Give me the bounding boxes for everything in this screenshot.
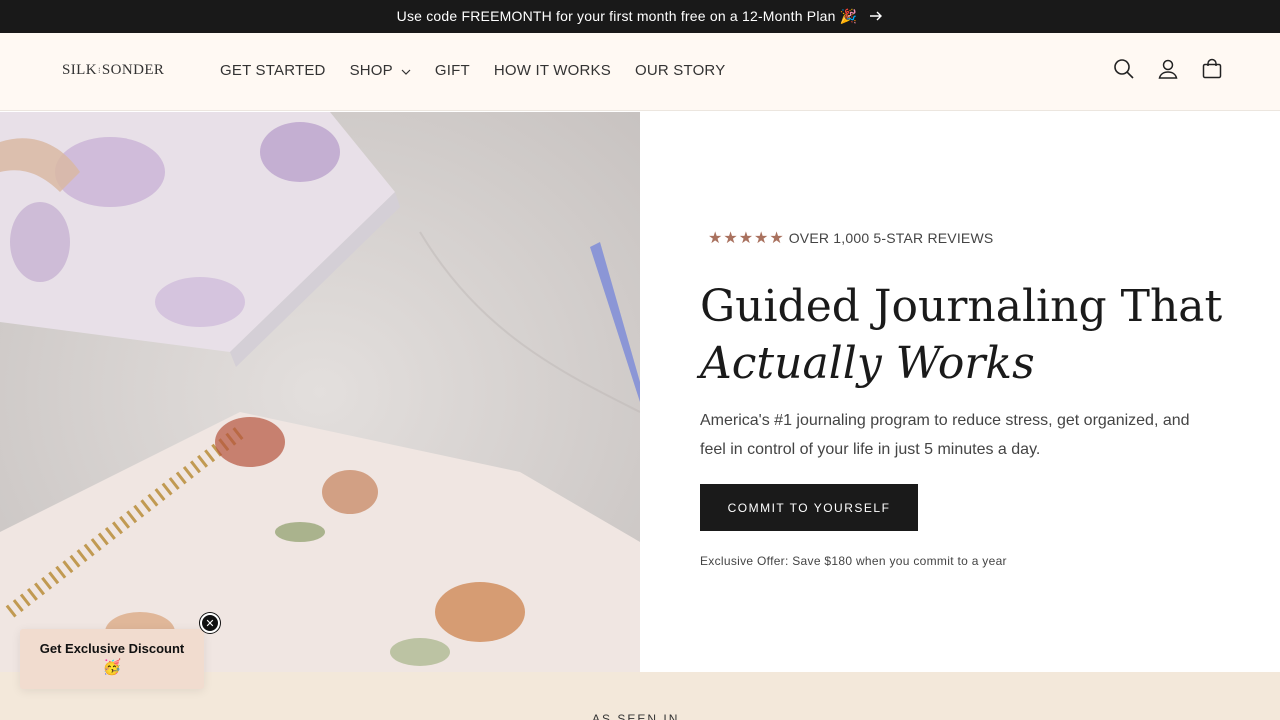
section-label: AS SEEN IN — [592, 712, 680, 720]
headline-line1: Guided Journaling That — [700, 281, 1223, 332]
nav-item-our-story[interactable]: OUR STORY — [635, 62, 725, 79]
nav-item-how-it-works[interactable]: HOW IT WORKS — [494, 62, 611, 79]
nav-item-gift[interactable]: GIFT — [435, 62, 470, 79]
star-rating: ★★★★★ — [708, 230, 785, 247]
arrow-right-icon[interactable] — [869, 9, 883, 25]
hero-content: ★★★★★ OVER 1,000 5-STAR REVIEWS Guided J… — [700, 228, 1240, 568]
close-icon[interactable]: ✕ — [200, 613, 220, 633]
nav-item-get-started[interactable]: GET STARTED — [220, 62, 326, 79]
discount-popup[interactable]: Get Exclusive Discount 🥳 — [20, 629, 204, 689]
chevron-down-icon — [401, 62, 411, 79]
nav-item-shop-label: SHOP — [349, 62, 393, 79]
nav-item-shop[interactable]: SHOP — [350, 62, 411, 79]
announcement-bar[interactable]: Use code FREEMONTH for your first month … — [0, 0, 1280, 33]
hero-headline: Guided Journaling That Actually Works — [700, 278, 1240, 392]
reviews-badge: ★★★★★ OVER 1,000 5-STAR REVIEWS — [708, 228, 1240, 248]
account-icon[interactable] — [1156, 57, 1180, 81]
hero-description: America's #1 journaling program to reduc… — [700, 412, 1190, 458]
offer-text: Exclusive Offer: Save $180 when you comm… — [700, 554, 1007, 568]
headline-line2: Actually Works — [700, 338, 1035, 389]
main-nav: GET STARTED SHOP GIFT HOW IT WORKS OUR S… — [220, 62, 725, 79]
hero-image — [0, 112, 640, 672]
site-header: SILK⁝SONDER GET STARTED SHOP GIFT HOW IT… — [0, 33, 1280, 111]
logo[interactable]: SILK⁝SONDER — [62, 62, 164, 79]
logo-separator: ⁝ — [97, 66, 101, 76]
party-emoji: 🥳 — [102, 659, 122, 676]
logo-text-left: SILK — [62, 62, 97, 78]
commit-button[interactable]: COMMIT TO YOURSELF — [700, 484, 918, 531]
search-icon[interactable] — [1112, 57, 1136, 81]
discount-label[interactable]: Get Exclusive Discount — [20, 641, 204, 656]
announcement-text[interactable]: Use code FREEMONTH for your first month … — [397, 8, 858, 25]
header-icons — [1112, 57, 1224, 81]
logo-text-right: SONDER — [101, 62, 165, 78]
reviews-label: OVER 1,000 5-STAR REVIEWS — [788, 230, 994, 246]
cart-icon[interactable] — [1200, 57, 1224, 81]
hero-illustration — [0, 112, 640, 672]
